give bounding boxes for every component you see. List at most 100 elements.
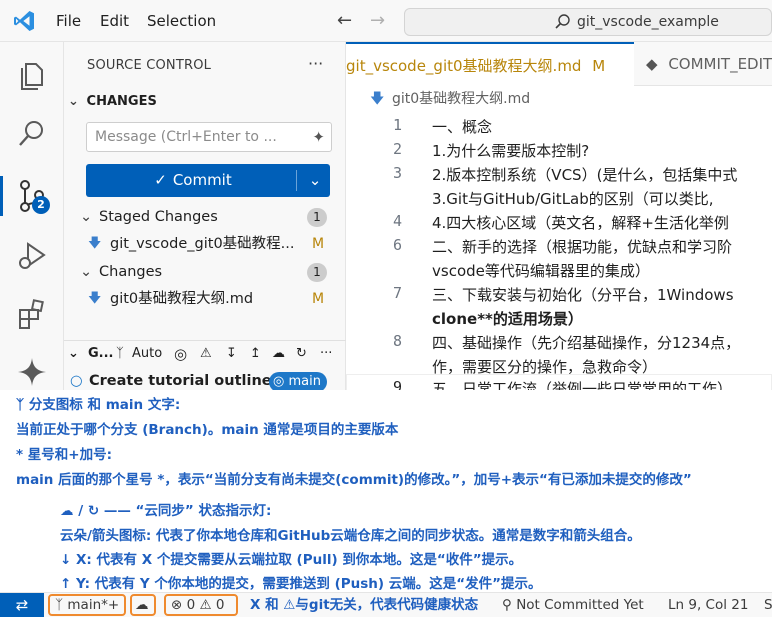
active-indicator (0, 176, 3, 216)
tab-commit-edit[interactable]: ◆ COMMIT_EDIT (646, 42, 772, 86)
blame-status[interactable]: ⚲ Not Committed Yet (502, 593, 644, 617)
annotation-cloud-title-text: —— “云同步” 状态指示灯: (103, 503, 272, 519)
problems-status[interactable]: ⊗ 0 ⚠ 0 (171, 593, 225, 617)
graph-section-header[interactable]: ⌄ G... ᛉ Auto ◎ ⚠ ↧ ↥ ☁ ↻ ··· (64, 340, 346, 366)
annotation-branch-desc: 当前正处于哪个分支 (Branch)。main 通常是项目的主要版本 (16, 422, 399, 438)
staged-file-item[interactable]: 🡇 git_vscode_git0基础教程... M (64, 231, 346, 257)
generate-message-sparkle-icon[interactable]: ✦ (312, 123, 325, 151)
commit-label: Commit (172, 171, 232, 189)
staged-changes-label: Staged Changes (99, 209, 218, 225)
scm-badge: 2 (32, 196, 50, 214)
breadcrumb-file: git0基础教程大纲.md (392, 91, 531, 107)
menu-edit[interactable]: Edit (100, 12, 129, 30)
staged-count-badge: 1 (307, 208, 327, 227)
run-debug-icon[interactable] (14, 238, 50, 274)
title-bar: File Edit Selection ← → git_vscode_examp… (0, 0, 772, 42)
more-actions-icon[interactable]: ··· (320, 341, 332, 367)
editor-tabs: git_vscode_git0基础教程大纲.md M ◆ COMMIT_EDIT (346, 42, 772, 86)
branch-main-label: main (288, 374, 321, 389)
line-number: 6 (392, 236, 402, 254)
annotation-problems-desc: X 和 ⚠与git无关，代表代码健康状态 (250, 597, 479, 613)
panel-title: SOURCE CONTROL (87, 58, 212, 73)
changes-group[interactable]: ⌄ Changes 1 (64, 259, 346, 285)
menu-selection[interactable]: Selection (147, 12, 216, 30)
annotation-area: ᛉ 分支图标 和 main 文字: 当前正处于哪个分支 (Branch)。mai… (0, 390, 772, 592)
changes-section-header[interactable]: ⌄ CHANGES (68, 94, 157, 109)
chevron-down-icon: ⌄ (68, 94, 79, 109)
status-extra[interactable]: S (764, 593, 772, 617)
menu-file[interactable]: File (56, 12, 81, 30)
pull-icon[interactable]: ↧ (226, 341, 237, 367)
error-count: 0 (186, 597, 196, 613)
code-line: clone**的适用场景） (432, 310, 583, 328)
cloud-sync-icon[interactable]: ☁ (135, 593, 149, 617)
more-actions-button[interactable]: ··· (308, 54, 323, 73)
target-icon[interactable]: ◎ (174, 341, 187, 367)
tab-outline-md[interactable]: git_vscode_git0基础教程大纲.md M (346, 42, 634, 86)
changes-label: Changes (99, 264, 163, 280)
graph-auto-label[interactable]: Auto (132, 341, 162, 367)
chevron-down-icon: ⌄ (80, 209, 93, 225)
warning-count: 0 (215, 597, 225, 613)
cloud-sync-icon[interactable]: ☁ (272, 341, 285, 367)
command-center-text: git_vscode_example (577, 14, 719, 30)
forward-arrow-icon[interactable]: → (370, 10, 385, 31)
code-line: 2.版本控制系统（VCS）(是什么，包括集中式 (432, 166, 738, 184)
annotation-star-desc: main 后面的那个星号 *，表示“当前分支有尚未提交(commit)的修改。”… (16, 472, 692, 488)
code-line: 四、基础操作（先介绍基础操作，分1234点， (432, 334, 741, 352)
annotation-star-title: * 星号和+加号: (16, 447, 112, 463)
refresh-icon[interactable]: ↻ (296, 341, 307, 367)
staged-file-name: git_vscode_git0基础教程... (110, 236, 295, 252)
annotation-branch-title-text: 分支图标 和 main 文字: (28, 397, 181, 413)
modified-status: M (312, 291, 325, 307)
markdown-file-icon: 🡇 (370, 91, 385, 107)
commit-button[interactable]: ✓ Commit ⌄ (86, 164, 330, 197)
staged-changes-group[interactable]: ⌄ Staged Changes 1 (64, 204, 346, 230)
push-icon[interactable]: ↥ (250, 341, 261, 367)
code-line: 三、下载安装与初始化（分平台，1Windows (432, 286, 734, 304)
search-view-icon[interactable] (14, 116, 50, 152)
fetch-icon[interactable]: ⚠ (200, 341, 212, 367)
command-center[interactable]: git_vscode_example (404, 8, 772, 36)
explorer-icon[interactable] (14, 58, 50, 94)
extensions-icon[interactable] (14, 296, 50, 332)
back-arrow-icon[interactable]: ← (337, 10, 352, 31)
line-number: 7 (392, 284, 402, 302)
commit-dropdown-chevron-icon[interactable]: ⌄ (300, 164, 330, 197)
cloud-icon: ☁ / ↻ (60, 503, 104, 519)
search-icon (555, 14, 570, 29)
changed-file-item[interactable]: 🡇 git0基础教程大纲.md M (64, 286, 346, 312)
checkmark-icon: ✓ (154, 171, 167, 189)
branch-status-label: main*+ (67, 597, 120, 613)
branch-main-pill: ◎ main (269, 372, 327, 392)
chevron-down-icon: ⌄ (68, 346, 79, 361)
remote-indicator-icon[interactable]: ⇄ (0, 593, 44, 617)
warning-icon: ⚠ (199, 597, 212, 613)
breadcrumb[interactable]: 🡇 git0基础教程大纲.md (346, 86, 772, 112)
tab-modified-status: M (592, 57, 606, 75)
commit-node-icon: ⚲ (502, 597, 517, 613)
code-line: 4.四大核心区域（英文名，解释+生活化举例 (432, 214, 729, 232)
copilot-sparkle-icon[interactable] (14, 354, 50, 390)
commit-message-input[interactable]: Message (Ctrl+Enter to ... ✦ (86, 122, 332, 152)
code-line: vscode等代码编辑器里的集成） (432, 262, 650, 280)
branch-status[interactable]: ᛉ main*+ (55, 593, 119, 617)
code-line: 一、概念 (432, 118, 493, 136)
tab-label: COMMIT_EDIT (668, 55, 772, 73)
changes-count-badge: 1 (307, 263, 327, 282)
target-icon: ◎ (273, 374, 285, 389)
chevron-down-icon: ⌄ (80, 264, 93, 280)
annotation-branch-title: ᛉ 分支图标 和 main 文字: (16, 393, 180, 413)
editor-area[interactable]: 1 一、概念 2 1.为什么需要版本控制? 3 2.版本控制系统（VCS）(是什么，包括集… (346, 112, 772, 402)
line-number: 2 (392, 140, 402, 158)
blame-text: Not Committed Yet (516, 597, 644, 613)
graph-title: G... (88, 346, 114, 361)
line-number: 1 (392, 116, 402, 134)
markdown-file-icon: 🡇 (88, 291, 102, 306)
code-line: 二、新手的选择（根据功能，优缺点和学习阶 (432, 238, 733, 256)
commit-message-placeholder: Message (Ctrl+Enter to ... (95, 129, 277, 145)
cursor-position[interactable]: Ln 9, Col 21 (668, 593, 748, 617)
code-line: 1.为什么需要版本控制? (432, 142, 590, 160)
annotation-pull-desc: ↓ X: 代表有 X 个提交需要从云端拉取 (Pull) 到你本地。这是“收件”… (60, 552, 523, 568)
changes-section-label: CHANGES (86, 94, 157, 109)
